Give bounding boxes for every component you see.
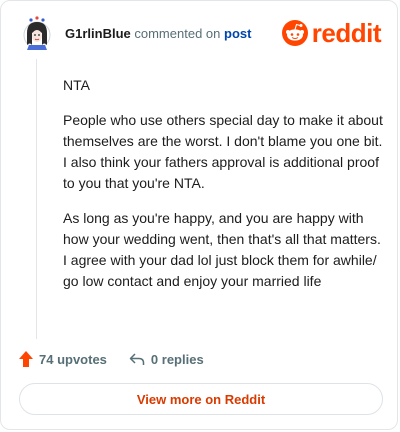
comment-header: G1rlinBlue commented on post reddit <box>19 15 382 55</box>
reply-count: 0 replies <box>150 351 204 367</box>
embedded-comment-card: G1rlinBlue commented on post reddit NTA … <box>0 0 398 430</box>
reddit-wordmark: reddit <box>311 18 382 48</box>
upvote-button[interactable]: 74 upvotes <box>19 351 107 367</box>
upvote-arrow-icon <box>19 351 33 367</box>
thread-line <box>36 59 37 339</box>
comment-meta: G1rlinBlue commented on post <box>65 26 251 41</box>
reply-button[interactable]: 0 replies <box>129 352 204 367</box>
comment-paragraph: NTA <box>63 77 90 93</box>
avatar[interactable] <box>19 15 55 51</box>
comment-paragraph: As long as you're happy, and you are hap… <box>63 210 381 289</box>
view-more-button[interactable]: View more on Reddit <box>19 383 383 415</box>
upvote-count: 74 upvotes <box>39 351 107 367</box>
post-link[interactable]: post <box>224 26 251 41</box>
reddit-snoo-icon <box>281 20 308 46</box>
comment-body: NTA People who use others special day to… <box>63 75 383 306</box>
reply-arrow-icon <box>129 353 145 365</box>
action-text: commented on <box>134 26 221 41</box>
reddit-logo[interactable]: reddit <box>281 18 382 48</box>
username-link[interactable]: G1rlinBlue <box>65 26 131 41</box>
comment-paragraph: People who use others special day to mak… <box>63 112 383 191</box>
comment-actions: 74 upvotes 0 replies <box>19 348 226 370</box>
